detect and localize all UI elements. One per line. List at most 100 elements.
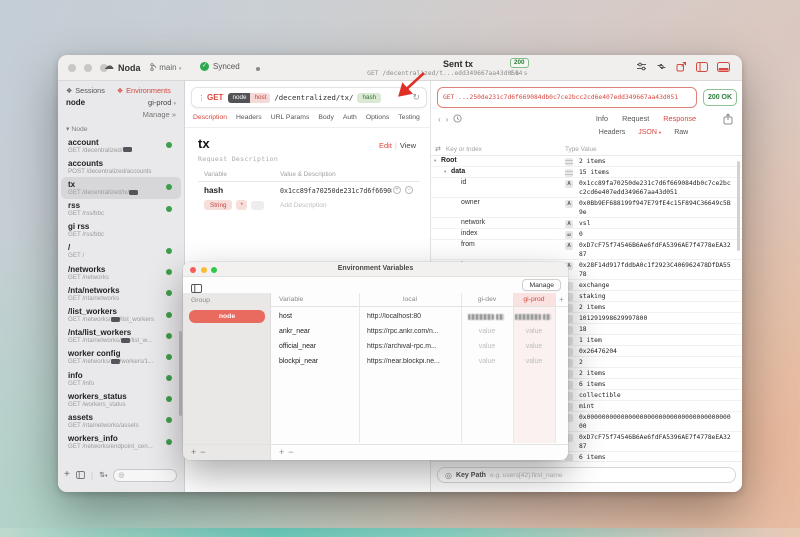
request-path-text[interactable]: /decentralized/tx/ xyxy=(274,93,353,102)
request-tab[interactable]: Options xyxy=(366,114,389,121)
required-badge[interactable]: * xyxy=(236,200,246,210)
sidebar-request-item[interactable]: worker config GET /networks//workers/1..… xyxy=(61,347,181,368)
share-icon[interactable] xyxy=(723,112,733,130)
sidebar-request-item[interactable]: gi rss GET /rss/bbc xyxy=(61,220,181,241)
branch-selector[interactable]: main ▾ xyxy=(150,63,181,72)
request-tab[interactable]: Headers xyxy=(236,114,262,121)
remove-row-icon[interactable]: − xyxy=(405,186,413,194)
request-tab[interactable]: Description xyxy=(193,114,227,121)
column-gi-prod[interactable]: gi-prod xyxy=(513,296,555,303)
empty-badge[interactable] xyxy=(251,201,264,210)
json-tree-row[interactable]: id 0x1cc89fa70250de231c7d6f669084db0c7ce… xyxy=(431,178,742,198)
chevron-down-icon[interactable]: ▾ xyxy=(434,158,436,164)
request-tab[interactable]: Testing xyxy=(398,114,420,121)
sidebar-request-item[interactable]: workers_status GET /workers_status xyxy=(61,389,181,410)
column-local[interactable]: local xyxy=(359,296,461,303)
sidebar-request-item[interactable]: workers_info GET /networks/endpoint_cen.… xyxy=(61,432,181,453)
env-variable-row[interactable]: ankr_near https://rpc.ankr.com/n... valu… xyxy=(271,324,568,339)
add-group-button[interactable]: + xyxy=(191,447,200,457)
add-request-button[interactable]: + xyxy=(64,470,70,480)
sidebar-mode-tab[interactable]: ❖Environments xyxy=(117,86,171,95)
env-gi-dev-value[interactable]: value xyxy=(461,328,513,335)
env-gi-dev-value[interactable] xyxy=(461,314,513,320)
history-clock-icon[interactable] xyxy=(453,114,462,125)
sidebar-request-item[interactable]: account GET /decentralized/ xyxy=(61,135,181,156)
chevron-down-icon[interactable]: ▾ xyxy=(444,169,446,175)
method-menu-icon[interactable]: ⋮ xyxy=(198,94,204,102)
env-variable-row[interactable]: official_near https://archival-rpc.m... … xyxy=(271,339,568,354)
env-gi-dev-value[interactable]: value xyxy=(461,343,513,350)
back-icon[interactable]: ‹ xyxy=(438,115,441,124)
sort-icon[interactable]: ⇅▾ xyxy=(99,471,107,479)
response-tab[interactable]: Info xyxy=(596,114,608,123)
response-format-tab[interactable]: Raw xyxy=(674,129,688,136)
json-tree-row[interactable]: owner 0x0Bb9EF688199f947E79fE4c15F894C36… xyxy=(431,198,742,218)
request-tab[interactable]: URL Params xyxy=(271,114,310,121)
json-tree-row[interactable]: ▾ Root 2 items xyxy=(431,156,742,167)
sidebar-request-item[interactable]: /nta/list_workers GET /nta/networks//lis… xyxy=(61,326,181,347)
add-row-icon[interactable]: + xyxy=(393,186,401,194)
refresh-icon[interactable]: ↻ xyxy=(412,92,420,103)
response-format-tab[interactable]: JSON▾ xyxy=(638,129,661,136)
env-gi-prod-value[interactable]: value xyxy=(513,328,555,335)
sidebar-request-item[interactable]: assets GET /nta/networks/assets xyxy=(61,410,181,431)
adjust-icon[interactable] xyxy=(636,61,647,72)
method-label[interactable]: GET xyxy=(207,93,223,102)
remove-group-button[interactable]: − xyxy=(200,447,209,457)
sidebar-request-item[interactable]: accounts POST /decentralized/accounts xyxy=(61,156,181,177)
variable-value[interactable]: 0x1cc89fa70250de231c7d6f669084d... xyxy=(280,187,392,195)
add-variable-button[interactable]: + xyxy=(279,447,288,457)
host-chip[interactable]: nodehost xyxy=(228,93,270,103)
response-tab[interactable]: Request xyxy=(622,114,649,123)
sidebar-request-item[interactable]: /networks GET /networks xyxy=(61,262,181,283)
json-tree-row[interactable]: ▾ data 15 items xyxy=(431,167,742,178)
sidebar-request-item[interactable]: tx GET /decentralized/tx/ xyxy=(61,177,181,198)
window-controls[interactable] xyxy=(68,64,108,72)
sidebar-request-item[interactable]: rss GET /rss/bbc xyxy=(61,199,181,220)
link-icon[interactable] xyxy=(656,61,667,72)
env-group-pill[interactable]: node xyxy=(189,310,265,323)
env-gi-prod-value[interactable] xyxy=(513,314,555,320)
env-gi-dev-value[interactable]: value xyxy=(461,358,513,365)
panel-bottom-icon[interactable] xyxy=(717,62,730,72)
response-scrollbar[interactable] xyxy=(737,161,740,251)
column-gi-dev[interactable]: gi-dev xyxy=(461,296,513,303)
sidebar-request-item[interactable]: / GET / xyxy=(61,241,181,262)
request-tab[interactable]: Auth xyxy=(343,114,357,121)
view-link[interactable]: View xyxy=(400,141,416,150)
add-environment-button[interactable]: + xyxy=(555,295,568,304)
request-tab[interactable]: Body xyxy=(318,114,334,121)
shuffle-icon[interactable]: ⇄ xyxy=(435,145,441,153)
sidebar-scrollbar[interactable] xyxy=(179,331,182,416)
response-url-bar[interactable]: GET ...250de231c7d6f669084db0c7ce2bcc2cd… xyxy=(437,87,697,108)
type-badge[interactable]: String xyxy=(204,200,232,210)
environment-selector[interactable]: gi-prod ▾ xyxy=(148,98,176,107)
sidebar-request-item[interactable]: info GET /info xyxy=(61,368,181,389)
sidebar-section-header[interactable]: ▾ Node xyxy=(66,125,88,133)
panel-icon[interactable] xyxy=(76,466,85,484)
hash-param-chip[interactable]: hash xyxy=(357,93,381,103)
status-ok-button[interactable]: 200 OK xyxy=(703,89,737,106)
sidebar-mode-tab[interactable]: ❖Sessions xyxy=(66,86,105,95)
sidebar-request-item[interactable]: /nta/networks GET /nta/networks xyxy=(61,283,181,304)
sidebar-request-item[interactable]: /list_workers GET /networks//list_worker… xyxy=(61,305,181,326)
sidebar-filter-input[interactable]: ◎ xyxy=(113,469,177,482)
env-variable-row[interactable]: host http://localhost:80 xyxy=(271,309,568,324)
json-tree-row[interactable]: network vsl xyxy=(431,218,742,229)
json-tree-row[interactable]: from 0xD7cF75f74546B6Ae6fdFA5396AE7f4778… xyxy=(431,240,742,260)
response-format-tab[interactable]: Headers xyxy=(599,129,625,136)
description-placeholder[interactable]: Add Description xyxy=(280,202,327,209)
panel-left-icon[interactable] xyxy=(696,62,708,72)
variable-name[interactable]: hash xyxy=(204,186,223,195)
response-tab[interactable]: Response xyxy=(663,114,696,123)
env-variable-row[interactable]: blockpi_near https://near.blockpi.ne... … xyxy=(271,354,568,369)
forward-icon[interactable]: › xyxy=(446,115,449,124)
url-bar[interactable]: ⋮ GET nodehost /decentralized/tx/ hash ↻ xyxy=(191,87,427,108)
env-gi-prod-value[interactable]: value xyxy=(513,343,555,350)
edit-link[interactable]: Edit xyxy=(379,141,392,150)
env-manage-button[interactable]: Manage xyxy=(522,279,561,291)
manage-environments-link[interactable]: Manage » xyxy=(143,110,176,119)
remove-variable-button[interactable]: − xyxy=(288,447,297,457)
export-icon[interactable] xyxy=(676,61,687,72)
env-gi-prod-value[interactable]: value xyxy=(513,358,555,365)
